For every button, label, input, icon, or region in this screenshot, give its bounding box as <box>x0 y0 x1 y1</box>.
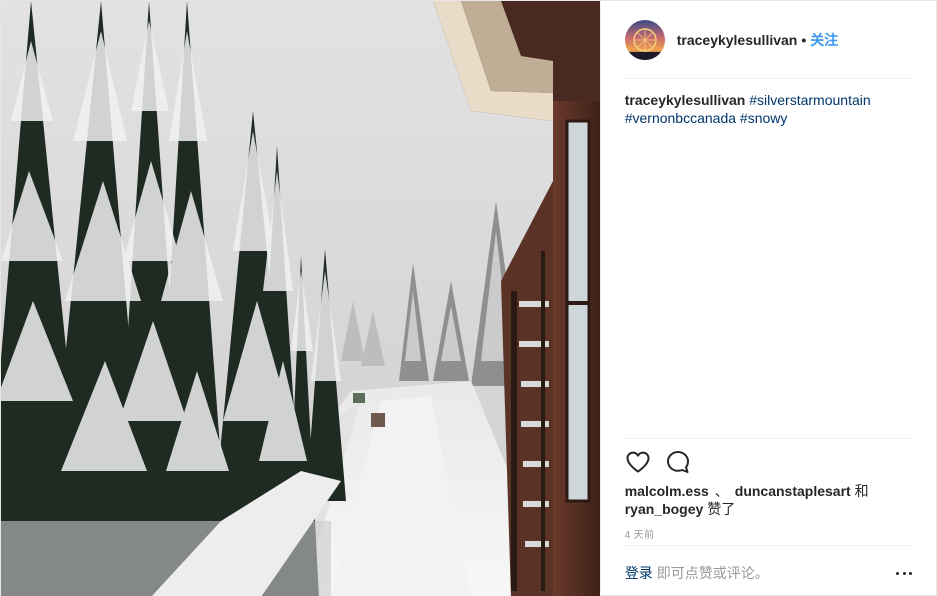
comment-button[interactable] <box>665 449 691 475</box>
divider <box>624 438 912 439</box>
post-header: traceykylesullivan • 关注 <box>624 18 912 62</box>
liker-link[interactable]: malcolm.ess <box>625 483 709 499</box>
action-bar <box>625 449 705 475</box>
avatar[interactable] <box>624 20 665 60</box>
more-dot <box>902 571 906 575</box>
likes-suffix: 赞了 <box>707 501 736 517</box>
liker-link[interactable]: duncanstaplesart <box>735 483 851 499</box>
hashtag-link[interactable]: #snowy <box>740 110 787 126</box>
divider <box>624 545 912 546</box>
heart-icon <box>626 451 650 473</box>
separator-dot: • <box>801 32 807 48</box>
username-link[interactable]: traceykylesullivan <box>677 32 798 48</box>
login-link[interactable]: 登录 <box>625 563 653 583</box>
hashtag-link[interactable]: #vernonbccanada <box>625 110 736 126</box>
post-caption: traceykylesullivan #silverstarmountain #… <box>625 91 895 127</box>
login-footer: 登录 即可点赞或评论。 <box>625 563 912 583</box>
post-side-panel: traceykylesullivan • 关注 traceykylesulliv… <box>599 1 936 596</box>
header-text: traceykylesullivan • 关注 <box>677 30 839 50</box>
ferris-wheel-avatar-icon <box>624 20 665 60</box>
more-dot <box>909 571 912 575</box>
follow-button[interactable]: 关注 <box>810 30 838 50</box>
liker-link[interactable]: ryan_bogey <box>625 501 704 517</box>
liker-separator: 、 <box>714 483 729 499</box>
caption-username-link[interactable]: traceykylesullivan <box>625 92 746 108</box>
divider <box>624 78 912 79</box>
comment-bubble-icon <box>666 451 689 473</box>
post-timestamp[interactable]: 4 天前 <box>625 526 655 541</box>
snowy-forest-photo <box>1 1 600 596</box>
instagram-post: traceykylesullivan • 关注 traceykylesulliv… <box>0 0 937 596</box>
login-hint-text: 即可点赞或评论。 <box>656 565 769 581</box>
likes-summary: malcolm.ess 、 duncanstaplesart 和 ryan_boge… <box>625 482 895 518</box>
and-word: 和 <box>854 483 869 499</box>
more-options-icon[interactable] <box>896 565 912 581</box>
hashtag-link[interactable]: #silverstarmountain <box>749 92 870 108</box>
post-photo[interactable] <box>1 1 600 596</box>
more-dot <box>896 571 899 575</box>
like-button[interactable] <box>625 449 651 475</box>
